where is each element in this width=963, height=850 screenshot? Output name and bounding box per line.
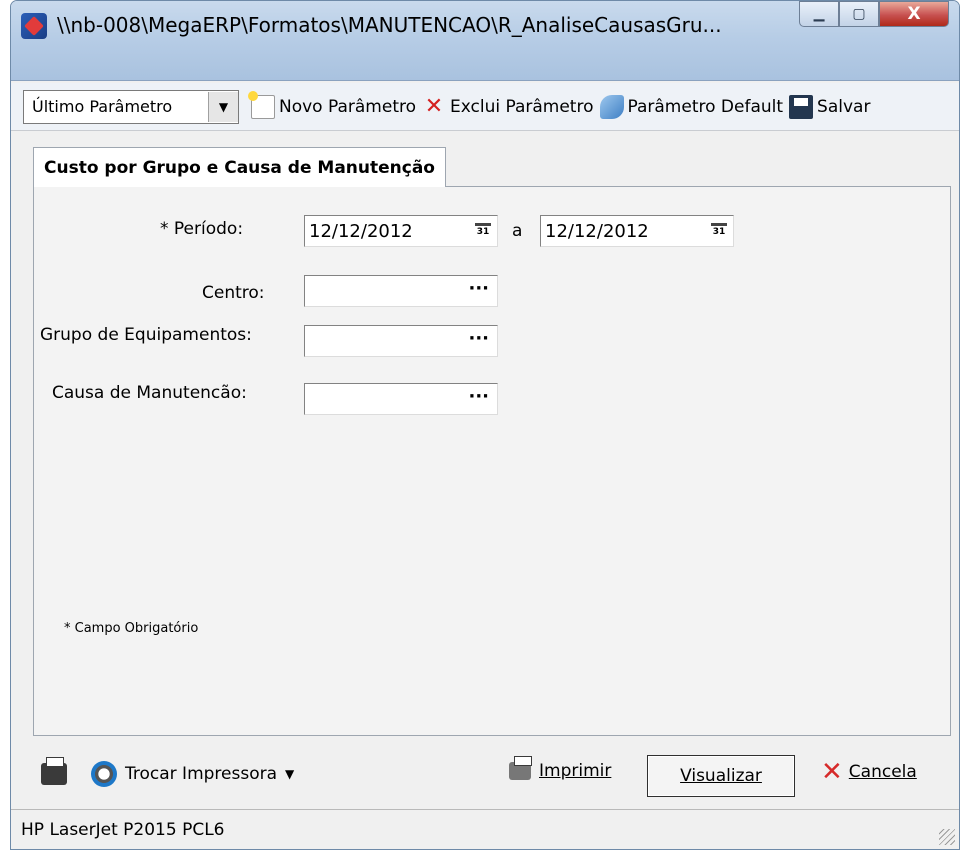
causa-manutencao-field[interactable]: ··· [304,383,498,415]
app-icon [21,13,47,39]
switch-printer-icon [91,761,117,787]
parameter-select[interactable]: Último Parâmetro ▼ [23,89,239,124]
causa-manutencao-label: Causa de Manutencão: [52,383,247,403]
printer-icon [509,756,532,780]
print-button[interactable]: Imprimir [509,756,612,781]
cancel-label: Cancela [848,762,917,782]
tab-panel: * Período: 12/12/2012 31 a 12/12/2012 31… [33,186,951,736]
lookup-button[interactable]: ··· [468,386,489,407]
default-icon [599,94,624,119]
minimize-button[interactable]: ▁ [799,1,839,27]
floppy-disk-icon [789,94,814,119]
tab-custo-grupo-causa[interactable]: Custo por Grupo e Causa de Manutenção [33,147,446,187]
calendar-icon[interactable]: 31 [711,223,727,239]
chevron-down-icon[interactable]: ▼ [208,91,238,122]
cancel-x-icon: ✕ [821,757,843,787]
lookup-button[interactable]: ··· [468,278,489,299]
new-document-icon [248,90,275,119]
save-button[interactable]: Salvar [789,94,871,119]
current-printer: HP LaserJet P2015 PCL6 [21,819,225,840]
periodo-from-field[interactable]: 12/12/2012 31 [304,215,498,247]
printer-settings-button[interactable] [41,757,67,785]
delete-parameter-label: Exclui Parâmetro [450,96,594,117]
periodo-to-value: 12/12/2012 [545,220,649,242]
periodo-from-value: 12/12/2012 [309,220,413,242]
close-button[interactable]: X [879,1,949,27]
required-field-note: * Campo Obrigatório [64,621,199,636]
parameter-toolbar: Último Parâmetro ▼ Novo Parâmetro ✕ Excl… [11,83,959,131]
new-parameter-label: Novo Parâmetro [279,96,416,117]
grupo-equipamentos-field[interactable]: ··· [304,325,498,357]
parameter-select-value: Último Parâmetro [32,97,173,116]
maximize-button[interactable]: ▢ [839,1,879,27]
save-label: Salvar [817,96,871,117]
printer-settings-icon [41,757,67,785]
status-bar: HP LaserJet P2015 PCL6 [11,809,959,849]
window-controls: ▁ ▢ X [799,1,949,31]
action-bar: Trocar Impressora ▼ Imprimir Visualizar … [11,743,959,809]
centro-field[interactable]: ··· [304,275,498,307]
calendar-icon[interactable]: 31 [475,223,491,239]
delete-parameter-button[interactable]: ✕ Exclui Parâmetro [422,93,594,119]
chevron-down-icon: ▼ [285,767,295,781]
cancel-button[interactable]: ✕ Cancela [821,759,917,785]
switch-printer-label: Trocar Impressora [125,764,278,784]
lookup-button[interactable]: ··· [468,328,489,349]
preview-label: Visualizar [680,766,762,786]
resize-grip-icon[interactable] [939,829,955,845]
window-title: \\nb-008\MegaERP\Formatos\MANUTENCAO\R_A… [57,13,722,37]
periodo-label: * Período: [160,219,244,239]
default-parameter-button[interactable]: Parâmetro Default [599,94,784,119]
periodo-separator: a [512,221,523,241]
centro-label: Centro: [202,283,265,303]
switch-printer-button[interactable]: Trocar Impressora ▼ [91,761,294,787]
default-parameter-label: Parâmetro Default [627,96,784,117]
delete-icon: ✕ [424,93,444,119]
periodo-to-field[interactable]: 12/12/2012 31 [540,215,734,247]
print-label: Imprimir [539,761,612,781]
new-parameter-button[interactable]: Novo Parâmetro [248,90,416,119]
grupo-equipamentos-label: Grupo de Equipamentos: [40,325,252,345]
dialog-window: \\nb-008\MegaERP\Formatos\MANUTENCAO\R_A… [10,0,960,850]
preview-button[interactable]: Visualizar [647,755,795,797]
title-bar[interactable]: \\nb-008\MegaERP\Formatos\MANUTENCAO\R_A… [11,1,959,81]
